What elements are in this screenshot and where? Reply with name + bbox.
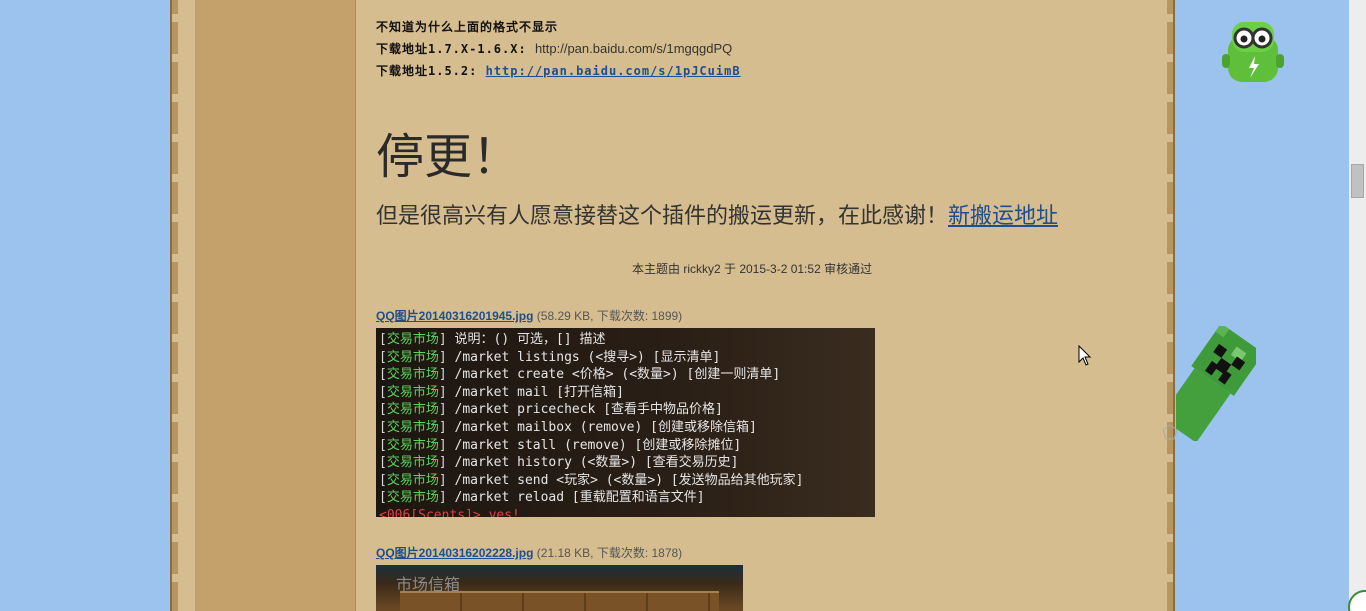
thanks-paragraph: 但是很高兴有人愿意接替这个插件的搬运更新，在此感谢！新搬运地址 — [376, 198, 1058, 230]
attachment-1-link[interactable]: QQ图片20140316201945.jpg — [376, 309, 533, 323]
note-text: 不知道为什么上面的格式不显示 — [376, 20, 559, 34]
attachment-2-image[interactable]: 市场信箱 — [376, 565, 743, 611]
console-line: [交易市场] /market send <玩家> (<数量>) [发送物品给其他… — [379, 472, 804, 488]
page: 不知道为什么上面的格式不显示 下载地址1.7.X-1.6.X: http://p… — [0, 0, 1366, 611]
creeper-icon — [1176, 326, 1256, 441]
attachment-1: QQ图片20140316201945.jpg (58.29 KB, 下载次数: … — [376, 307, 682, 324]
new-address-link[interactable]: 新搬运地址 — [948, 204, 1058, 229]
audit-notice: 本主题由 rickky2 于 2015-3-2 01:52 审核通过 — [632, 262, 873, 276]
attachment-2-link[interactable]: QQ图片20140316202228.jpg — [376, 546, 533, 560]
console-line: [交易市场] 说明：() 可选，[] 描述 — [379, 332, 606, 347]
post-author-sidebar — [195, 0, 356, 611]
download-17-url: http://pan.baidu.com/s/1mgqgdPQ — [534, 41, 733, 56]
console-line: [交易市场] /market create <价格> (<数量>) [创建一则清… — [379, 367, 781, 383]
console-line: [交易市场] /market listings (<搜寻>) [显示清单] — [379, 349, 721, 365]
console-line: [交易市场] /market reload [重载配置和语言文件] — [379, 490, 705, 506]
console-line: [交易市场] /market stall (remove) [创建或移除摊位] — [379, 437, 742, 453]
console-chat-line: <006[Scents]> yes! — [379, 507, 520, 517]
stop-update-title: 停更！ — [376, 129, 521, 185]
note-line: 不知道为什么上面的格式不显示 — [376, 18, 558, 35]
vertical-scrollbar[interactable] — [1349, 0, 1366, 611]
console-line: [交易市场] /market pricecheck [查看手中物品价格] — [379, 402, 723, 418]
attachment-1-meta: (58.29 KB, 下载次数: 1899) — [536, 309, 683, 323]
console-line: [交易市场] /market mailbox (remove) [创建或移除信箱… — [379, 419, 757, 435]
parchment-left-edge — [170, 0, 178, 611]
attachment-1-image[interactable]: [交易市场] 说明：() 可选，[] 描述 [交易市场] /market lis… — [376, 328, 875, 517]
download-15-link[interactable]: http://pan.baidu.com/s/1pJCuimB — [486, 64, 741, 78]
download-15-label: 下载地址1.5.2: — [376, 64, 478, 78]
console-line: [交易市场] /market history (<数量>) [查看交易历史] — [379, 455, 739, 471]
owl-mascot-icon[interactable] — [1222, 16, 1284, 86]
scrollbar-thumb[interactable] — [1351, 164, 1364, 198]
console-line: [交易市场] /market mail [打开信箱] — [379, 384, 624, 400]
thanks-text: 但是很高兴有人愿意接替这个插件的搬运更新，在此感谢！ — [376, 204, 949, 229]
attachment-2-meta: (21.18 KB, 下载次数: 1878) — [536, 546, 683, 560]
attachment-2: QQ图片20140316202228.jpg (21.18 KB, 下载次数: … — [376, 544, 682, 561]
parchment-right-edge — [1167, 0, 1175, 611]
download-line-17: 下载地址1.7.X-1.6.X: http://pan.baidu.com/s/… — [376, 40, 732, 57]
download-line-15: 下载地址1.5.2: http://pan.baidu.com/s/1pJCui… — [376, 62, 741, 79]
chest-planks — [400, 591, 719, 611]
download-17-label: 下载地址1.7.X-1.6.X: — [376, 42, 527, 56]
mouse-cursor-icon — [1078, 345, 1092, 366]
